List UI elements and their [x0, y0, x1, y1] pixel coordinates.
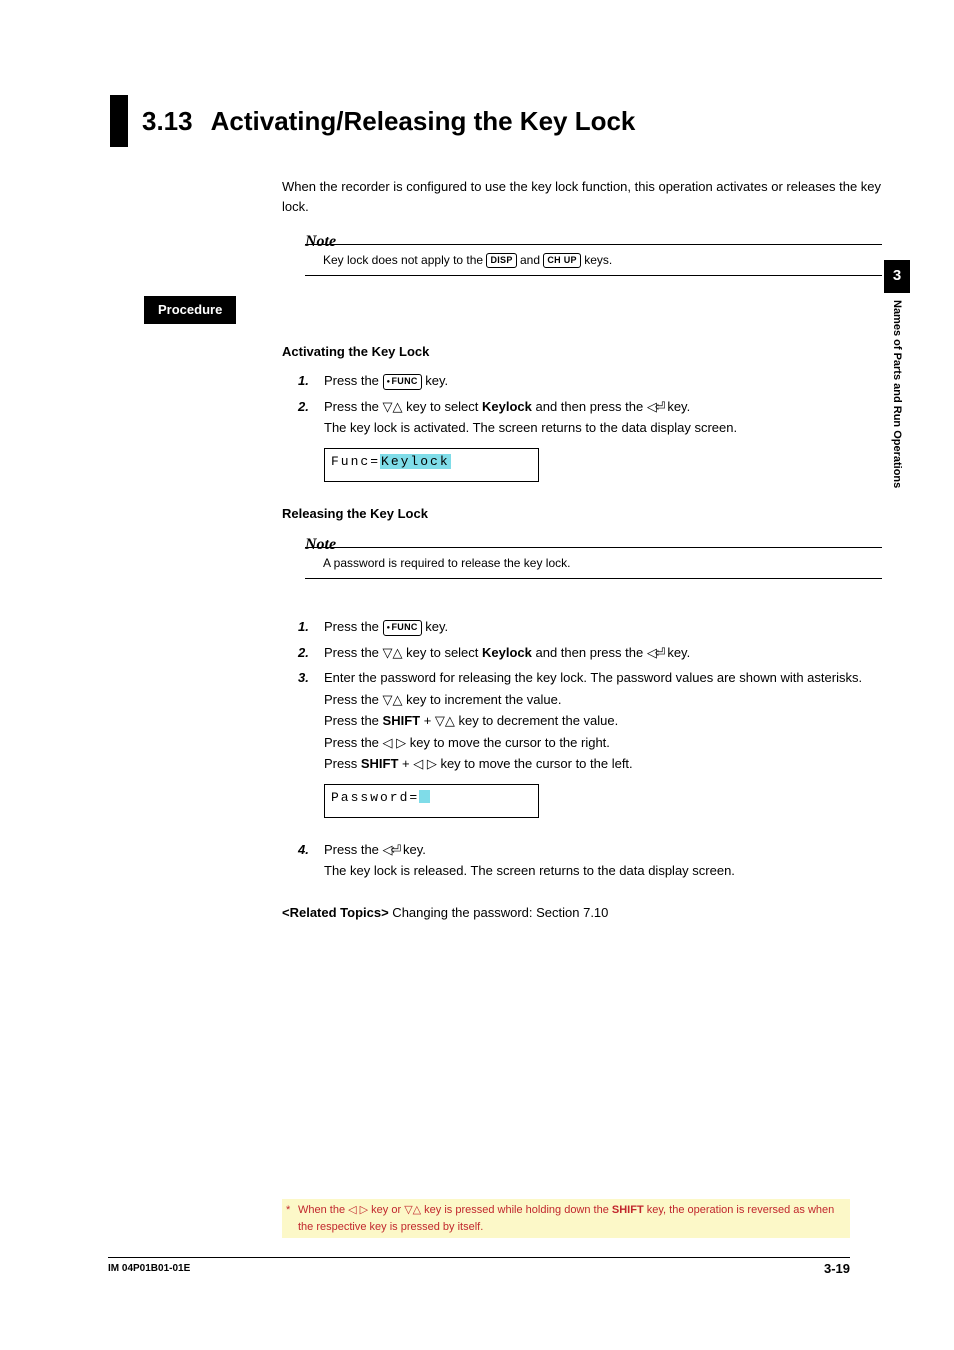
enter-key-icon: ◁⏎ — [383, 842, 400, 857]
releasing-heading: Releasing the Key Lock — [282, 504, 882, 524]
step-number: 3. — [298, 668, 324, 776]
footer-doc-id: IM 04P01B01-01E — [108, 1261, 190, 1276]
leftright-key-icon: ◁ ▷ — [383, 735, 407, 750]
note1-pre: Key lock does not apply to the — [323, 253, 486, 267]
releasing-step-1: 1. Press the FUNC key. — [298, 617, 882, 637]
cursor-icon — [419, 790, 430, 803]
footer-rule — [108, 1257, 850, 1258]
enter-key-icon: ◁⏎ — [647, 645, 664, 660]
footnote: * When the ◁ ▷ key or ▽△ key is pressed … — [282, 1199, 850, 1238]
section-header: 3.13 Activating/Releasing the Key Lock — [110, 95, 882, 147]
header-bar — [110, 95, 128, 147]
activating-heading: Activating the Key Lock — [282, 342, 882, 362]
chup-key-icon: CH UP — [543, 253, 581, 268]
releasing-step-2: 2. Press the ▽△ key to select Keylock an… — [298, 643, 882, 663]
func-key-icon: FUNC — [383, 374, 422, 390]
section-number: 3.13 — [142, 102, 193, 141]
note1-mid: and — [520, 253, 543, 267]
footer-page-number: 3-19 — [824, 1259, 850, 1279]
updown-key-icon: ▽△ — [404, 1204, 421, 1216]
updown-key-icon: ▽△ — [383, 645, 403, 660]
step-number: 1. — [298, 617, 324, 637]
note-block-2: Note A password is required to release t… — [305, 533, 882, 579]
section-title: Activating/Releasing the Key Lock — [211, 102, 636, 141]
func-key-icon: FUNC — [383, 620, 422, 636]
activating-step-1: 1. Press the FUNC key. — [298, 371, 882, 391]
activating-step-2: 2. Press the ▽△ key to select Keylock an… — [298, 397, 882, 440]
chapter-side-title: Names of Parts and Run Operations — [889, 300, 906, 488]
step-number: 2. — [298, 643, 324, 663]
lcd-display-password: Password= — [324, 784, 539, 818]
note1-post: keys. — [584, 253, 612, 267]
intro-text: When the recorder is configured to use t… — [282, 177, 882, 216]
step-number: 2. — [298, 397, 324, 440]
related-topics: <Related Topics> Changing the password: … — [282, 903, 882, 923]
step-number: 4. — [298, 840, 324, 883]
leftright-key-icon: ◁ ▷ — [348, 1204, 368, 1216]
procedure-label: Procedure — [144, 296, 236, 324]
updown-key-icon: ▽△ — [383, 692, 403, 707]
leftright-key-icon: ◁ ▷ — [413, 756, 437, 771]
step-number: 1. — [298, 371, 324, 391]
disp-key-icon: DISP — [486, 253, 516, 268]
chapter-tab: 3 — [884, 260, 910, 293]
lcd-display-keylock: Func=Keylock — [324, 448, 539, 482]
enter-key-icon: ◁⏎ — [647, 399, 664, 414]
releasing-step-4: 4. Press the ◁⏎ key. The key lock is rel… — [298, 840, 882, 883]
updown-key-icon: ▽△ — [435, 713, 455, 728]
updown-key-icon: ▽△ — [383, 399, 403, 414]
note-block-1: Note Key lock does not apply to the DISP… — [305, 230, 882, 276]
releasing-step-3: 3. Enter the password for releasing the … — [298, 668, 882, 776]
